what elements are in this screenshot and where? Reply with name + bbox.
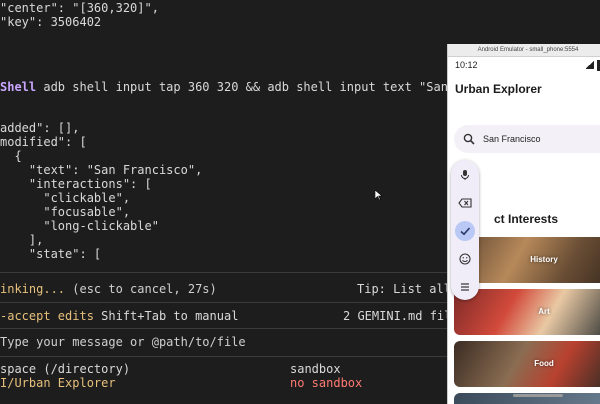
home-indicator[interactable] bbox=[513, 394, 563, 397]
card-label: Art bbox=[538, 307, 550, 316]
terminal-line: { bbox=[0, 149, 22, 163]
check-icon[interactable] bbox=[455, 221, 475, 241]
app-title: Urban Explorer bbox=[455, 82, 542, 96]
terminal-line: "clickable", bbox=[0, 191, 131, 205]
status-time: 10:12 bbox=[455, 60, 478, 70]
keyboard-toolbar bbox=[451, 160, 479, 300]
terminal-line: modified": [ bbox=[0, 135, 87, 149]
terminal-line: "center": "[360,320]", bbox=[0, 1, 159, 15]
accept-edits-label: -accept edits bbox=[0, 309, 94, 323]
terminal-line: "interactions": [ bbox=[0, 177, 152, 191]
search-field[interactable]: San Francisco bbox=[454, 125, 600, 153]
terminal-line: "long-clickable" bbox=[0, 219, 159, 233]
message-input[interactable]: Type your message or @path/to/file bbox=[0, 335, 246, 349]
tip-text: Tip: List all bbox=[357, 282, 451, 296]
accept-edits-hint: Shift+Tab to manual bbox=[93, 309, 239, 323]
search-icon bbox=[462, 132, 476, 146]
card-label: Food bbox=[534, 359, 554, 368]
card-label: History bbox=[530, 255, 558, 264]
terminal-line: ], bbox=[0, 233, 44, 247]
signal-icon bbox=[585, 61, 594, 69]
terminal-line: "key": 3506402 bbox=[0, 15, 102, 29]
terminal-line: "state": [ bbox=[0, 247, 102, 261]
interest-card-art[interactable]: Art bbox=[454, 289, 600, 335]
thinking-status: inking... (esc to cancel, 27s) bbox=[0, 282, 217, 296]
accept-edits-status[interactable]: -accept edits Shift+Tab to manual bbox=[0, 309, 238, 323]
sandbox-value: no sandbox bbox=[290, 376, 363, 390]
terminal-line: "text": "San Francisco", bbox=[0, 163, 203, 177]
workspace-label: space (/directory) bbox=[0, 362, 131, 376]
section-title: ct Interests bbox=[494, 212, 559, 226]
sandbox-label: sandbox bbox=[290, 362, 341, 376]
search-input[interactable]: San Francisco bbox=[483, 132, 541, 146]
microphone-icon[interactable] bbox=[455, 165, 475, 185]
shell-label: Shell bbox=[0, 80, 37, 94]
gemini-md-count: 2 GEMINI.md fil bbox=[343, 309, 452, 323]
menu-icon[interactable] bbox=[455, 277, 475, 297]
shell-command-line: Shell adb shell input tap 360 320 && adb… bbox=[0, 80, 484, 94]
workspace-path: I/Urban Explorer bbox=[0, 376, 116, 390]
backspace-icon[interactable] bbox=[455, 193, 475, 213]
shell-command: adb shell input tap 360 320 && adb shell… bbox=[36, 80, 485, 94]
terminal-line: added": [], bbox=[0, 121, 80, 135]
mouse-cursor-icon bbox=[375, 190, 383, 200]
thinking-label: inking... bbox=[0, 282, 66, 296]
thinking-hint: (esc to cancel, 27s) bbox=[65, 282, 217, 296]
status-bar: 10:12 bbox=[448, 56, 600, 74]
emoji-icon[interactable] bbox=[455, 249, 475, 269]
terminal-line: "focusable", bbox=[0, 205, 131, 219]
interest-card-food[interactable]: Food bbox=[454, 341, 600, 387]
